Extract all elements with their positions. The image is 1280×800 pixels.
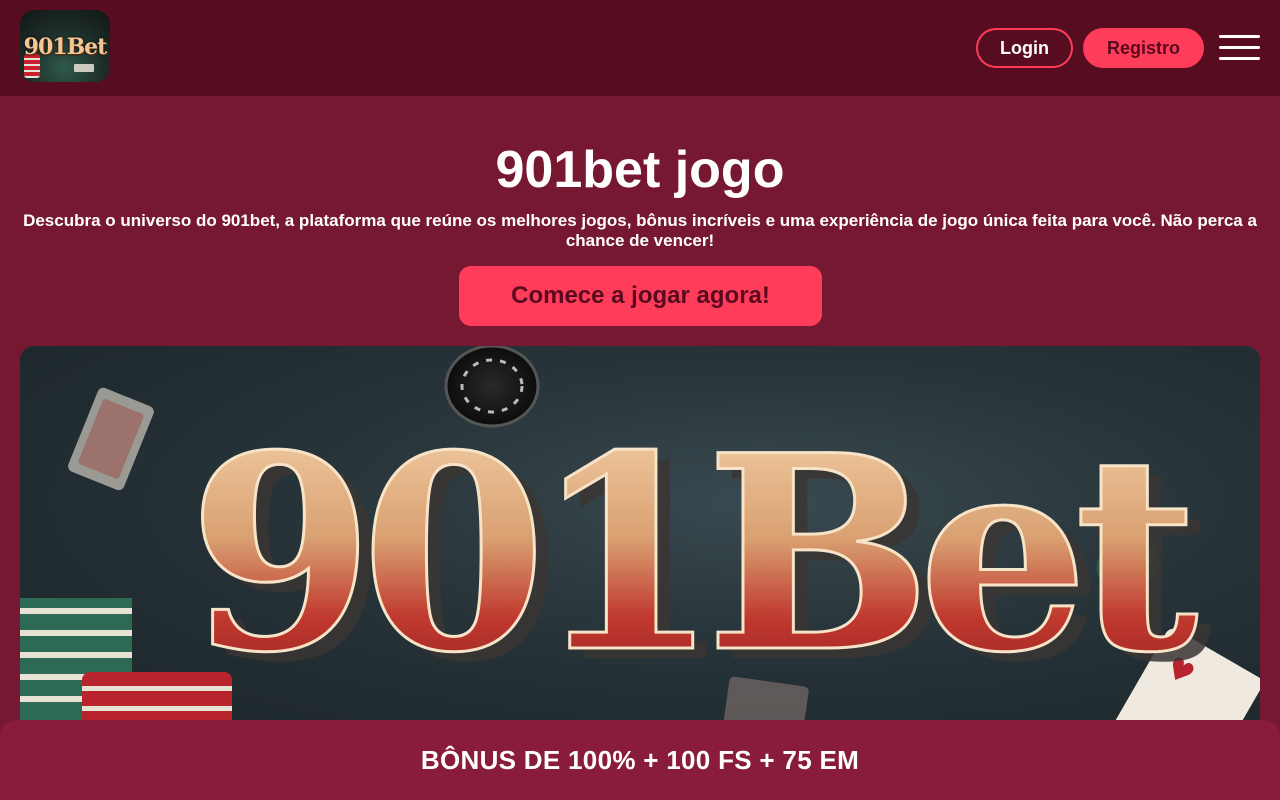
hamburger-menu-icon[interactable] <box>1219 34 1260 62</box>
banner-logo-text: 901Bet <box>188 397 1200 712</box>
bonus-text: BÔNUS DE 100% + 100 FS + 75 EM <box>420 744 860 775</box>
logo-card-decoration <box>74 64 94 72</box>
start-playing-button[interactable]: Comece a jogar agora! <box>459 266 822 326</box>
login-button[interactable]: Login <box>976 28 1073 68</box>
register-button[interactable]: Registro <box>1083 28 1204 68</box>
hero-banner-image: ♥ 901Bet 901Bet <box>20 346 1260 736</box>
bonus-banner[interactable]: BÔNUS DE 100% + 100 FS + 75 EM <box>0 720 1280 800</box>
logo-text: 901Bet <box>23 34 108 60</box>
hero-description: Descubra o universo do 901bet, a platafo… <box>23 211 1257 250</box>
site-header: 901Bet Login Registro <box>0 0 1280 96</box>
site-logo[interactable]: 901Bet <box>20 10 110 82</box>
playing-card-icon <box>68 387 154 491</box>
page-title: 901bet jogo <box>495 141 785 199</box>
banner-artwork: ♥ 901Bet 901Bet <box>20 346 1260 736</box>
